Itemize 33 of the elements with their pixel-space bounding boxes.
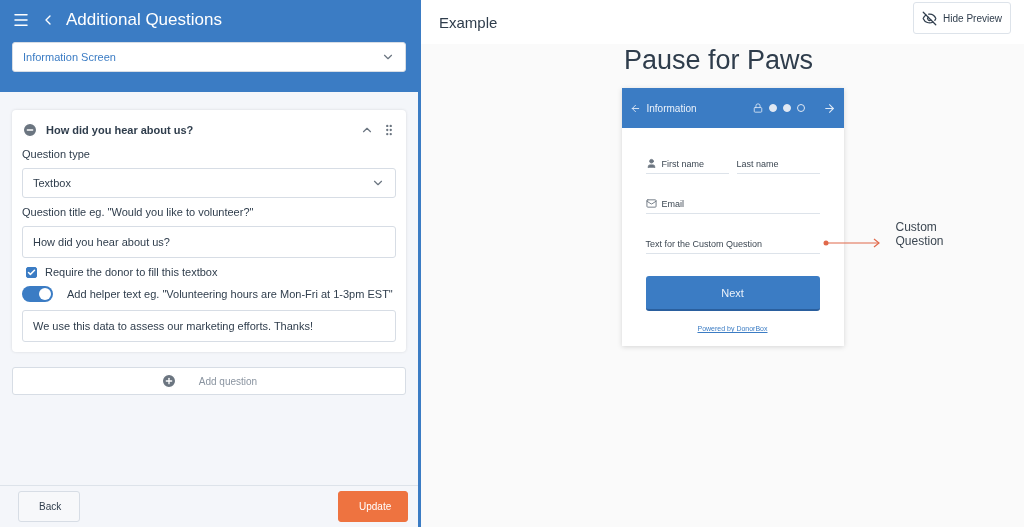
require-checkbox[interactable] [26, 266, 37, 278]
form-field[interactable]: Text for the Custom Question [645, 234, 820, 254]
helper-toggle[interactable] [22, 286, 53, 302]
annotation-arrow [821, 238, 882, 248]
collapse-icon[interactable] [22, 122, 38, 138]
helper-text-field[interactable]: We use this data to assess our marketing efforts. Thanks! [22, 310, 396, 342]
menu-icon[interactable] [12, 11, 30, 29]
form-field[interactable]: Last name [736, 154, 820, 174]
back-button[interactable]: Back [18, 491, 80, 522]
plus-icon [160, 373, 177, 389]
person-icon [645, 158, 657, 169]
form-title: Information [646, 102, 698, 114]
mail-icon [645, 198, 657, 209]
arrow-right-icon[interactable] [822, 101, 836, 115]
lock-icon [752, 103, 763, 113]
next-button[interactable]: Next [645, 276, 820, 311]
eye-off-icon [922, 10, 938, 26]
preview-heading: Example [439, 14, 498, 31]
field-label: Question type [22, 148, 91, 160]
question-title: How did you hear about us? [46, 124, 195, 136]
arrow-left-icon[interactable] [629, 102, 641, 114]
question-title-field[interactable]: How did you hear about us? [22, 226, 396, 258]
page-title: Additional Questions [66, 10, 222, 30]
annotation-label: Custom Question [895, 220, 945, 248]
campaign-title: Pause for Paws [623, 45, 814, 76]
hide-preview-button[interactable]: Hide Preview [913, 2, 1011, 34]
checkbox-label: Require the donor to fill this textbox [45, 266, 218, 278]
question-type-select[interactable]: Textbox [22, 168, 396, 198]
form-field[interactable]: First name [645, 154, 729, 174]
form-field[interactable]: Email [645, 194, 820, 214]
screen-select[interactable]: Information Screen [12, 42, 406, 72]
field-label: Question title eg. "Would you like to volunteer?" [22, 206, 255, 218]
toggle-label: Add helper text eg. "Volunteering hours are Mon-Fri at 1-3pm EST" [67, 288, 393, 300]
